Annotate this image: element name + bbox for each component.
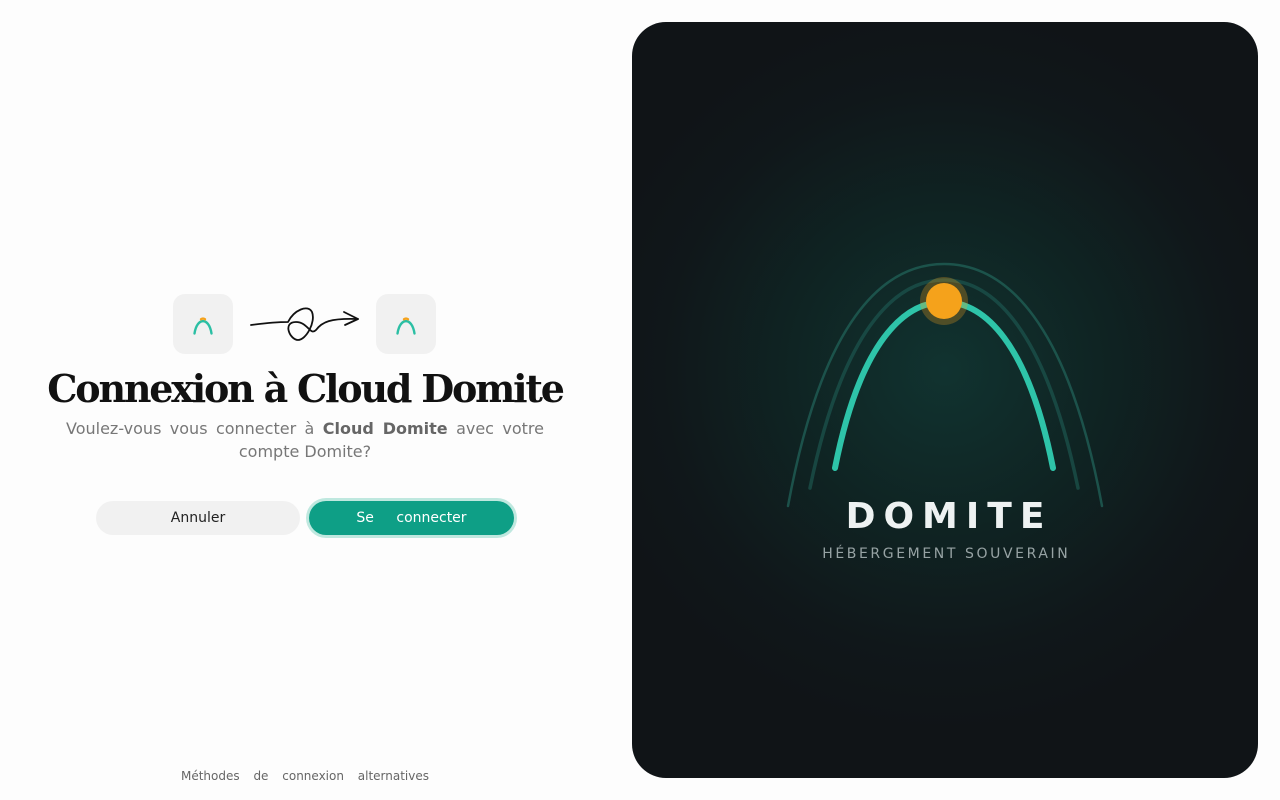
domite-arch-logo — [786, 262, 1104, 508]
brand-tagline: HÉBERGEMENT SOUVERAIN — [822, 546, 1071, 562]
domite-arch-icon — [396, 317, 416, 335]
cancel-button[interactable]: Annuler — [96, 501, 300, 535]
consent-question: Voulez-vous vous connecter à Cloud Domit… — [66, 417, 544, 463]
source-app-tile — [173, 294, 233, 354]
brand-name: DOMITE — [845, 496, 1053, 537]
page-title: Connexion à Cloud Domite — [47, 366, 565, 411]
brand-panel: DOMITE HÉBERGEMENT SOUVERAIN — [632, 22, 1258, 778]
target-app-tile — [376, 294, 436, 354]
connect-button[interactable]: Se connecter — [309, 501, 514, 535]
domite-arch-icon — [193, 317, 213, 335]
app-name: Cloud Domite — [322, 419, 448, 438]
alternative-login-methods-link[interactable]: Méthodes de connexion alternatives — [0, 769, 610, 783]
squiggle-arrow-icon — [250, 307, 359, 341]
oauth-consent-page: Connexion à Cloud Domite Voulez-vous vou… — [0, 0, 1280, 800]
question-prefix: Voulez-vous vous connecter à — [66, 419, 315, 438]
consent-panel: Connexion à Cloud Domite Voulez-vous vou… — [0, 0, 610, 800]
